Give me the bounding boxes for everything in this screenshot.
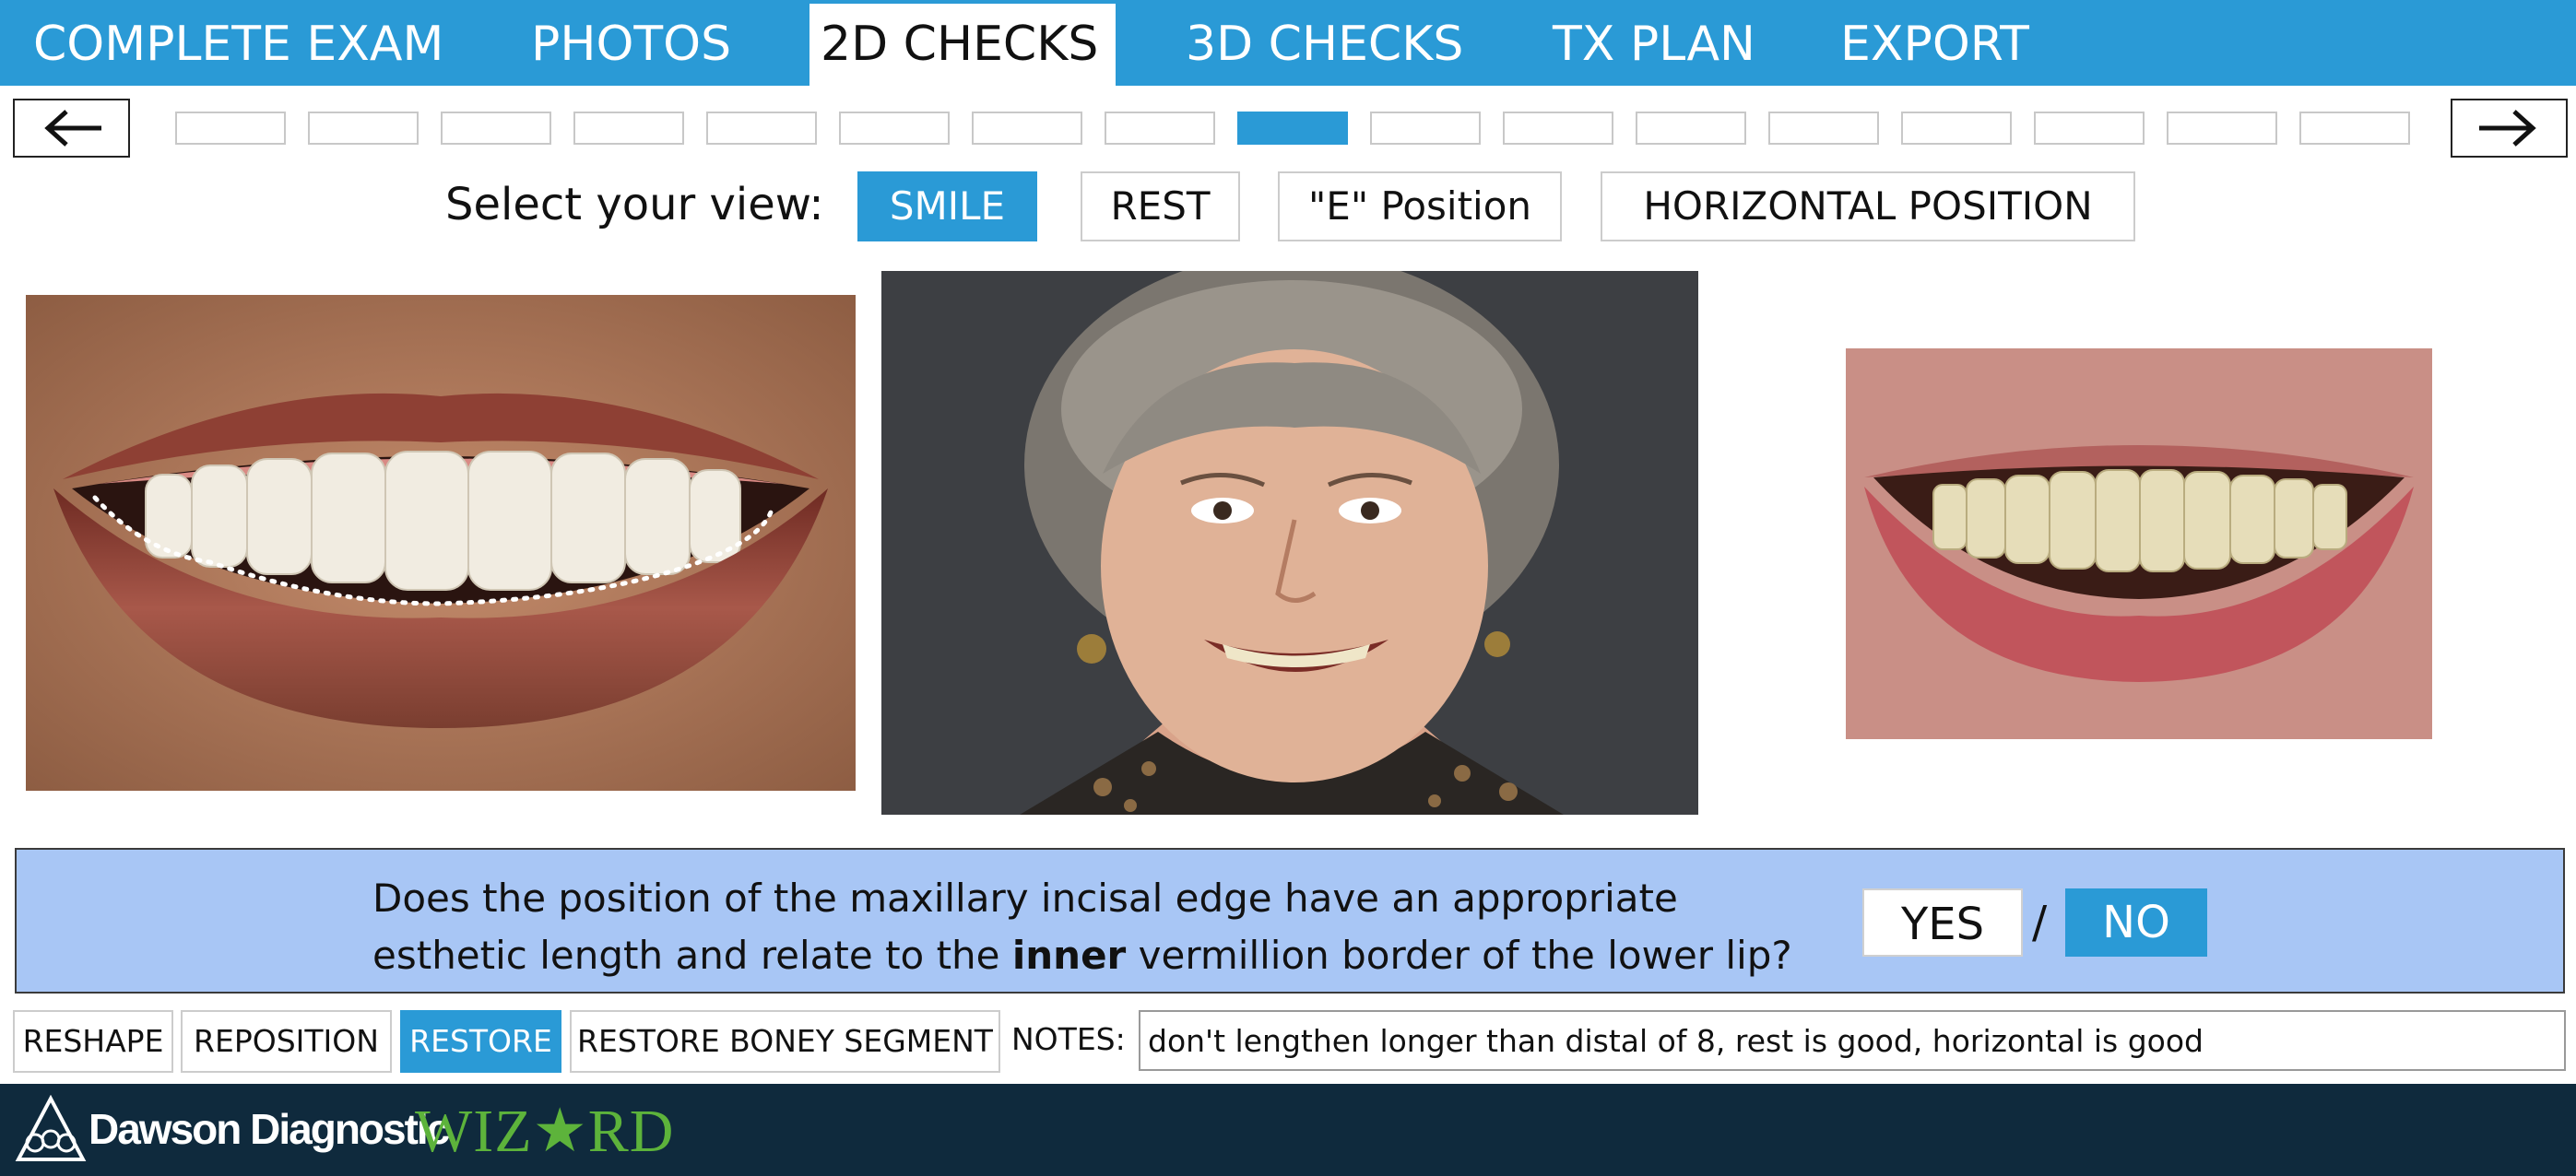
- tab-export[interactable]: EXPORT: [1829, 4, 2040, 86]
- step-14[interactable]: [1901, 112, 2012, 145]
- step-8[interactable]: [1105, 112, 1215, 145]
- footer-bar: Dawson Diagnostic WIZ★RD: [0, 1084, 2576, 1176]
- step-10[interactable]: [1370, 112, 1481, 145]
- step-13[interactable]: [1768, 112, 1879, 145]
- question-emphasis: inner: [1011, 933, 1127, 978]
- step-11[interactable]: [1503, 112, 1613, 145]
- brand-name: Dawson Diagnostic: [89, 1105, 450, 1153]
- answer-separator: /: [2032, 897, 2048, 948]
- question-line-2-start: esthetic length and relate to the: [372, 933, 1012, 978]
- view-e-position-button[interactable]: "E" Position: [1278, 171, 1562, 241]
- restore-button[interactable]: RESTORE: [400, 1010, 561, 1073]
- question-text: Does the position of the maxillary incis…: [372, 870, 1866, 984]
- reshape-button[interactable]: RESHAPE: [13, 1010, 173, 1073]
- step-7[interactable]: [972, 112, 1082, 145]
- step-12[interactable]: [1636, 112, 1746, 145]
- step-9[interactable]: [1237, 112, 1348, 145]
- tab-photos[interactable]: PHOTOS: [520, 4, 742, 86]
- question-line-1: Does the position of the maxillary incis…: [372, 876, 1678, 921]
- answer-yes-button[interactable]: YES: [1862, 888, 2023, 957]
- question-line-2-end: vermillion border of the lower lip?: [1126, 933, 1792, 978]
- tab-3d-checks[interactable]: 3D CHECKS: [1175, 4, 1474, 86]
- step-15[interactable]: [2034, 112, 2145, 145]
- reference-smile-photo: [26, 295, 856, 791]
- tab-2d-checks[interactable]: 2D CHECKS: [809, 4, 1116, 86]
- view-selector-label: Select your view:: [445, 179, 824, 230]
- step-1[interactable]: [175, 112, 286, 145]
- step-3[interactable]: [441, 112, 551, 145]
- step-4[interactable]: [573, 112, 684, 145]
- answer-no-button[interactable]: NO: [2065, 888, 2207, 957]
- view-rest-button[interactable]: REST: [1081, 171, 1240, 241]
- view-smile-button[interactable]: SMILE: [857, 171, 1037, 241]
- step-17[interactable]: [2299, 112, 2410, 145]
- reposition-button[interactable]: REPOSITION: [181, 1010, 392, 1073]
- assessment-question-panel: Does the position of the maxillary incis…: [15, 848, 2565, 994]
- tab-tx-plan[interactable]: TX PLAN: [1542, 4, 1767, 86]
- question-line-2: esthetic length and relate to the inner …: [372, 927, 1866, 984]
- arrow-left-icon: [44, 110, 101, 147]
- arrow-right-icon: [2479, 110, 2536, 147]
- notes-field[interactable]: [1139, 1010, 2566, 1071]
- step-5[interactable]: [706, 112, 817, 145]
- patient-face-photo: [881, 271, 1698, 815]
- brand-wizard-logo: WIZ★RD: [415, 1098, 675, 1165]
- step-6[interactable]: [839, 112, 950, 145]
- step-16[interactable]: [2167, 112, 2277, 145]
- next-step-button[interactable]: [2451, 99, 2568, 158]
- view-horizontal-position-button[interactable]: HORIZONTAL POSITION: [1601, 171, 2135, 241]
- prev-step-button[interactable]: [13, 99, 130, 158]
- patient-smile-photo: [1846, 348, 2432, 739]
- tab-complete-exam[interactable]: COMPLETE EXAM: [22, 4, 455, 86]
- restore-boney-segment-button[interactable]: RESTORE BONEY SEGMENT: [570, 1010, 1000, 1073]
- top-nav: COMPLETE EXAM PHOTOS 2D CHECKS 3D CHECKS…: [0, 0, 2576, 86]
- dawson-logo-icon: [15, 1095, 87, 1161]
- notes-label: NOTES:: [1011, 1021, 1126, 1057]
- step-2[interactable]: [308, 112, 419, 145]
